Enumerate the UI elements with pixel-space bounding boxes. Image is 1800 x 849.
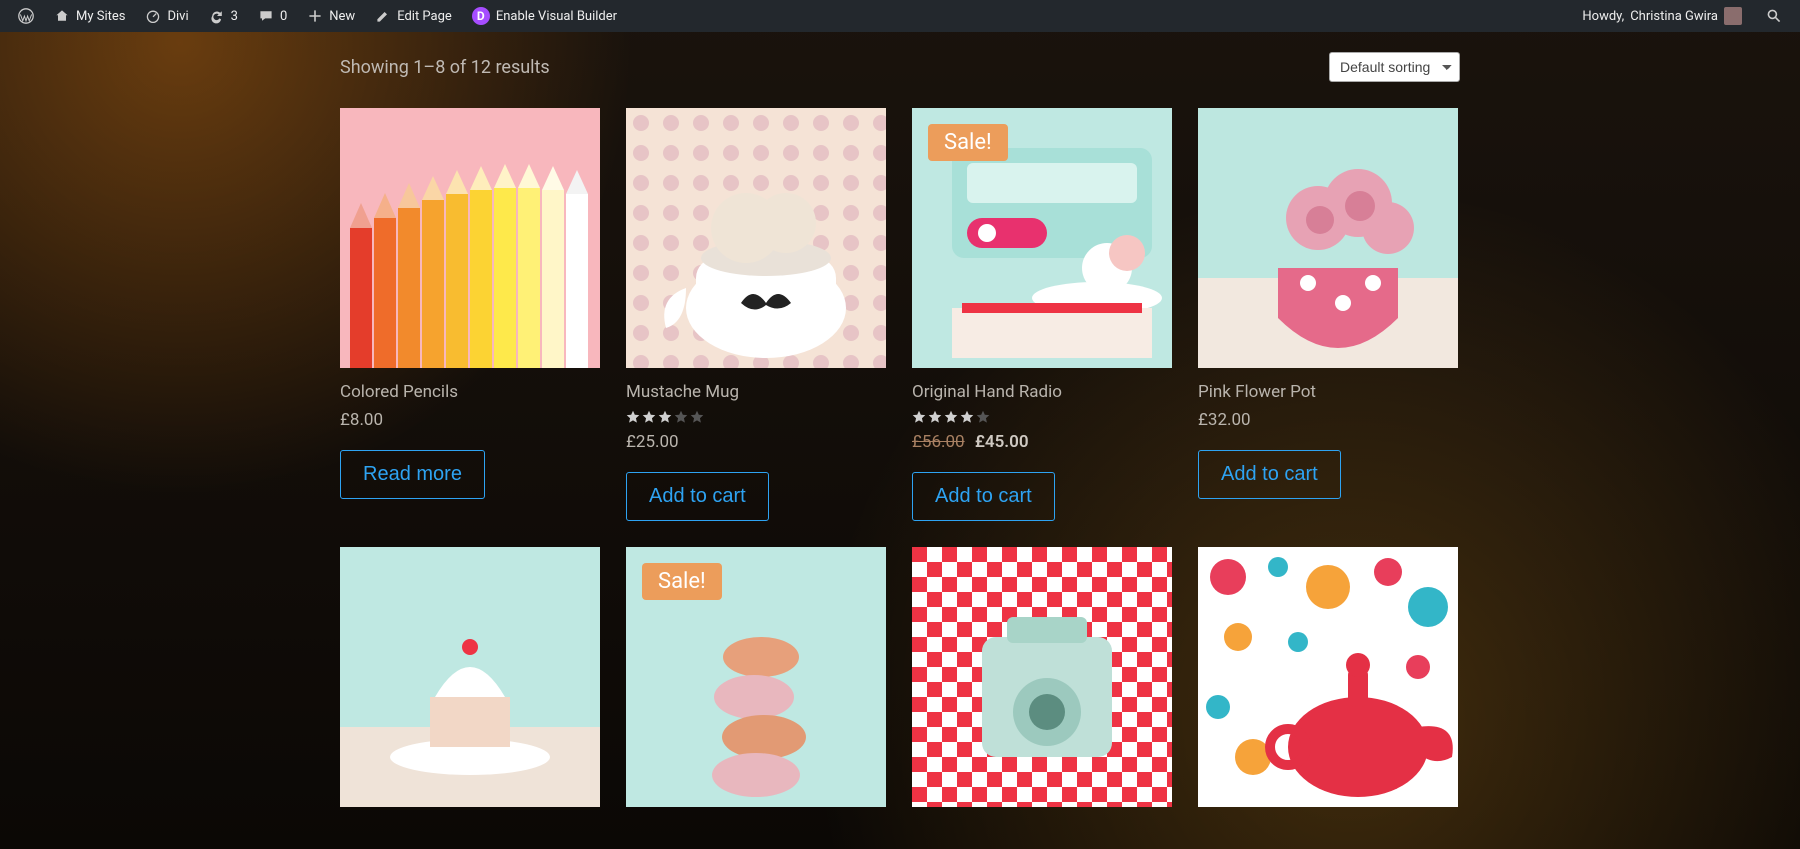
- star-rating: [626, 410, 886, 424]
- site-name-label: Divi: [167, 9, 188, 24]
- read-more-button[interactable]: Read more: [340, 450, 485, 499]
- add-to-cart-button[interactable]: Add to cart: [1198, 450, 1341, 499]
- edit-page-label: Edit Page: [397, 9, 452, 24]
- house-icon: [54, 8, 70, 24]
- product-title: Pink Flower Pot: [1198, 382, 1458, 402]
- product-image: [340, 108, 600, 368]
- product-link[interactable]: Sale!: [912, 108, 1172, 368]
- product-image: [1198, 547, 1458, 807]
- add-to-cart-button[interactable]: Add to cart: [912, 472, 1055, 521]
- user-display-name: Christina Gwira: [1630, 9, 1718, 24]
- comments-menu[interactable]: 0: [248, 0, 297, 32]
- product-link[interactable]: [1198, 547, 1458, 807]
- sale-badge: Sale!: [642, 563, 722, 600]
- my-sites-menu[interactable]: My Sites: [44, 0, 135, 32]
- updates-menu[interactable]: 3: [199, 0, 248, 32]
- edit-page-menu[interactable]: Edit Page: [365, 0, 462, 32]
- comment-icon: [258, 8, 274, 24]
- my-sites-label: My Sites: [76, 9, 125, 24]
- pencil-icon: [375, 8, 391, 24]
- product-card: Mustache Mug £25.00 Add to cart: [626, 108, 886, 521]
- refresh-icon: [209, 8, 225, 24]
- sort-select[interactable]: Default sorting: [1329, 52, 1460, 82]
- enable-visual-builder[interactable]: D Enable Visual Builder: [462, 0, 627, 32]
- adminbar-search[interactable]: [1756, 0, 1792, 32]
- product-link[interactable]: [340, 108, 600, 368]
- product-price: £8.00: [340, 410, 600, 430]
- wp-logo-menu[interactable]: [8, 0, 44, 32]
- my-account-menu[interactable]: Howdy, Christina Gwira: [1572, 0, 1752, 32]
- divi-icon: D: [472, 7, 490, 25]
- product-link[interactable]: [1198, 108, 1458, 368]
- product-card: Colored Pencils £8.00 Read more: [340, 108, 600, 521]
- site-name-menu[interactable]: Divi: [135, 0, 198, 32]
- wp-admin-bar: My Sites Divi 3 0 New: [0, 0, 1800, 32]
- adminbar-right: Howdy, Christina Gwira: [1572, 0, 1792, 32]
- product-card: [912, 547, 1172, 807]
- product-card: Sale!: [626, 547, 886, 807]
- product-card: Pink Flower Pot £32.00 Add to cart: [1198, 108, 1458, 521]
- product-card: [1198, 547, 1458, 807]
- howdy-prefix: Howdy,: [1582, 9, 1624, 24]
- product-title: Original Hand Radio: [912, 382, 1172, 402]
- shop-toolbar: Showing 1–8 of 12 results Default sortin…: [340, 52, 1460, 82]
- product-price: £45.00: [975, 432, 1029, 452]
- shop-wrap: Showing 1–8 of 12 results Default sortin…: [340, 52, 1460, 807]
- new-content-menu[interactable]: New: [297, 0, 365, 32]
- result-count: Showing 1–8 of 12 results: [340, 57, 550, 78]
- wordpress-icon: [18, 8, 34, 24]
- sale-badge: Sale!: [928, 124, 1008, 161]
- search-icon: [1766, 8, 1782, 24]
- product-price: £25.00: [626, 432, 886, 452]
- product-image: [1198, 108, 1458, 368]
- product-link[interactable]: Sale!: [626, 547, 886, 807]
- product-old-price: £56.00: [912, 432, 965, 452]
- avatar: [1724, 7, 1742, 25]
- product-link[interactable]: [912, 547, 1172, 807]
- adminbar-left: My Sites Divi 3 0 New: [8, 0, 627, 32]
- add-to-cart-button[interactable]: Add to cart: [626, 472, 769, 521]
- product-image: [340, 547, 600, 807]
- product-link[interactable]: [340, 547, 600, 807]
- product-card: Sale! Original Hand Radio £56.00 £45.00 …: [912, 108, 1172, 521]
- enable-vb-label: Enable Visual Builder: [496, 9, 617, 24]
- gauge-icon: [145, 8, 161, 24]
- product-image: [626, 108, 886, 368]
- product-title: Mustache Mug: [626, 382, 886, 402]
- product-image: [912, 547, 1172, 807]
- star-rating: [912, 410, 1172, 424]
- product-price-row: £56.00 £45.00: [912, 432, 1172, 452]
- updates-count: 3: [231, 9, 238, 24]
- comments-count: 0: [280, 9, 287, 24]
- product-card: [340, 547, 600, 807]
- plus-icon: [307, 8, 323, 24]
- product-link[interactable]: [626, 108, 886, 368]
- new-content-label: New: [329, 9, 355, 24]
- product-price: £32.00: [1198, 410, 1458, 430]
- product-title: Colored Pencils: [340, 382, 600, 402]
- product-grid: Colored Pencils £8.00 Read more Mus: [340, 108, 1460, 807]
